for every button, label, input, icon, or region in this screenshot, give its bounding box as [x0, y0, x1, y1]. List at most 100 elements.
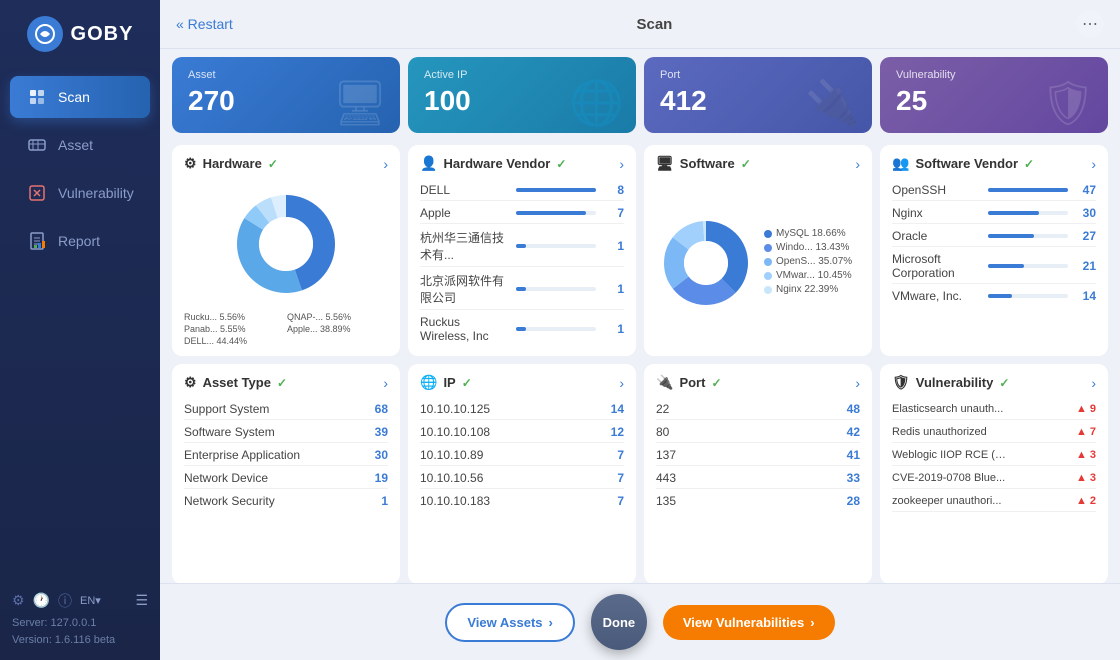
software-vendor-list: OpenSSH 47 Nginx 30 Oracle 27	[892, 180, 1096, 346]
item-bar-wrap-apple	[516, 211, 596, 215]
software-expand-button[interactable]: ›	[855, 156, 860, 172]
list-item: Apple 7	[420, 203, 624, 224]
server-info: Server: 127.0.0.1 Version: 1.6.116 beta	[12, 615, 148, 650]
software-panel-title: 🖥 Software ✓	[656, 155, 751, 172]
item-name-ruckus: Ruckus Wireless, Inc	[420, 315, 508, 343]
hardware-vendor-title-text: Hardware Vendor	[443, 156, 550, 171]
port-item-135: 135	[656, 494, 840, 508]
item-count-huawei: 1	[604, 239, 624, 253]
item-count-dell: 8	[604, 183, 624, 197]
vuln-triangle-redis: ▲	[1076, 426, 1087, 438]
list-item: 10.10.10.125 14	[420, 399, 624, 420]
hardware-title-icon: ⚙	[184, 155, 197, 172]
item-bar-microsoft	[988, 264, 1024, 268]
hardware-check-icon: ✓	[268, 157, 278, 171]
port-stat-card[interactable]: Port 412 🔌	[644, 57, 872, 133]
logo-icon	[27, 16, 63, 52]
ip-expand-button[interactable]: ›	[619, 375, 624, 391]
software-donut-chart	[656, 213, 756, 313]
view-assets-arrow-icon: ›	[549, 615, 553, 630]
item-count-support: 68	[368, 402, 388, 416]
asset-stat-value: 270	[188, 85, 235, 117]
software-vendor-expand-button[interactable]: ›	[1091, 156, 1096, 172]
legend-windo: Windo... 13.43%	[764, 242, 852, 253]
item-name-enterprise: Enterprise Application	[184, 448, 368, 462]
list-item: Nginx 30	[892, 203, 1096, 224]
item-name-network-security: Network Security	[184, 494, 368, 508]
ip-count-125: 14	[604, 402, 624, 416]
item-bar-apple	[516, 211, 586, 215]
active-ip-stat-card[interactable]: Active IP 100 🌐	[408, 57, 636, 133]
sidebar-item-asset[interactable]: Asset	[10, 124, 150, 166]
item-count-nginx: 30	[1076, 206, 1096, 220]
active-ip-stat-icon: 🌐	[569, 77, 624, 129]
list-item: VMware, Inc. 14	[892, 286, 1096, 306]
vuln-count-elastic: 9	[1090, 403, 1096, 415]
help-icon[interactable]: ⓘ	[58, 591, 72, 611]
more-options-button[interactable]: ⋯	[1076, 10, 1104, 38]
item-name-huawei: 杭州华三通信技术有...	[420, 229, 508, 263]
item-name-network-device: Network Device	[184, 471, 368, 485]
item-name-openssh: OpenSSH	[892, 183, 980, 197]
item-bar-wrap-huawei	[516, 244, 596, 248]
sidebar-item-vulnerability[interactable]: Vulnerability	[10, 172, 150, 214]
view-assets-label: View Assets	[467, 615, 542, 630]
vuln-badge-elastic: ▲ 9	[1076, 403, 1096, 415]
vuln-name-redis: Redis unauthorized	[892, 426, 1076, 438]
ip-panel: 🌐 IP ✓ › 10.10.10.125 14 10.10.10.108 12	[408, 364, 636, 583]
ip-count-108: 12	[604, 425, 624, 439]
port-panel-header: 🔌 Port ✓ ›	[656, 374, 860, 391]
item-count-apple: 7	[604, 206, 624, 220]
port-panel: 🔌 Port ✓ › 22 48 80 42	[644, 364, 872, 583]
item-count-vmware: 14	[1076, 289, 1096, 303]
header: « Restart Scan ⋯	[160, 0, 1120, 49]
vulnerability-bottom-expand-button[interactable]: ›	[1091, 375, 1096, 391]
view-vulnerabilities-arrow-icon: ›	[810, 615, 814, 630]
ip-panel-header: 🌐 IP ✓ ›	[420, 374, 624, 391]
port-item-137: 137	[656, 448, 840, 462]
port-panel-title: 🔌 Port ✓	[656, 374, 722, 391]
asset-type-expand-button[interactable]: ›	[383, 375, 388, 391]
port-count-80: 42	[840, 425, 860, 439]
software-panel: 🖥 Software ✓ ›	[644, 145, 872, 356]
hardware-vendor-expand-button[interactable]: ›	[619, 156, 624, 172]
hamburger-icon[interactable]: ☰	[135, 592, 148, 609]
ip-check-icon: ✓	[462, 376, 472, 390]
sidebar-item-scan[interactable]: Scan	[10, 76, 150, 118]
item-count-network-device: 19	[368, 471, 388, 485]
hardware-expand-button[interactable]: ›	[383, 156, 388, 172]
software-vendor-panel-header: 👥 Software Vendor ✓ ›	[892, 155, 1096, 172]
port-expand-button[interactable]: ›	[855, 375, 860, 391]
done-button[interactable]: Done	[591, 594, 647, 650]
bottom-panels-row: ⚙ Asset Type ✓ › Support System 68 Softw…	[172, 364, 1108, 583]
list-item: Network Device 19	[184, 468, 388, 489]
asset-stat-card[interactable]: Asset 270 🖥	[172, 57, 400, 133]
item-count-software-sys: 39	[368, 425, 388, 439]
hardware-vendor-list: DELL 8 Apple 7 杭州华三通信技术有... 1	[420, 180, 624, 346]
ip-list: 10.10.10.125 14 10.10.10.108 12 10.10.10…	[420, 399, 624, 574]
item-bar-openssh	[988, 188, 1068, 192]
view-vulnerabilities-button[interactable]: View Vulnerabilities ›	[663, 605, 835, 640]
view-assets-button[interactable]: View Assets ›	[445, 603, 575, 642]
item-bar-wrap-openssh	[988, 188, 1068, 192]
vulnerability-stat-card[interactable]: Vulnerability 25 🛡	[880, 57, 1108, 133]
settings-icon[interactable]: ⚙	[12, 592, 25, 609]
item-bar-wrap-beijing	[516, 287, 596, 291]
restart-button[interactable]: « Restart	[176, 16, 233, 32]
hardware-vendor-title-icon: 👤	[420, 155, 437, 172]
item-bar-ruckus	[516, 327, 526, 331]
software-title-icon: 🖥	[656, 155, 674, 172]
list-item: Software System 39	[184, 422, 388, 443]
vulnerability-list: Elasticsearch unauth... ▲ 9 Redis unauth…	[892, 399, 1096, 574]
list-item: 10.10.10.56 7	[420, 468, 624, 489]
server-address: Server: 127.0.0.1	[12, 615, 148, 633]
lang-selector[interactable]: EN▾	[80, 594, 101, 607]
item-bar-dell	[516, 188, 596, 192]
vulnerability-nav-label: Vulnerability	[58, 185, 134, 201]
clock-icon[interactable]: 🕐	[33, 592, 50, 609]
port-count-135: 28	[840, 494, 860, 508]
item-name-support: Support System	[184, 402, 368, 416]
sidebar-item-report[interactable]: Report	[10, 220, 150, 262]
vuln-item: zookeeper unauthori... ▲ 2	[892, 491, 1096, 512]
vulnerability-bottom-panel-header: 🛡 Vulnerability ✓ ›	[892, 374, 1096, 391]
